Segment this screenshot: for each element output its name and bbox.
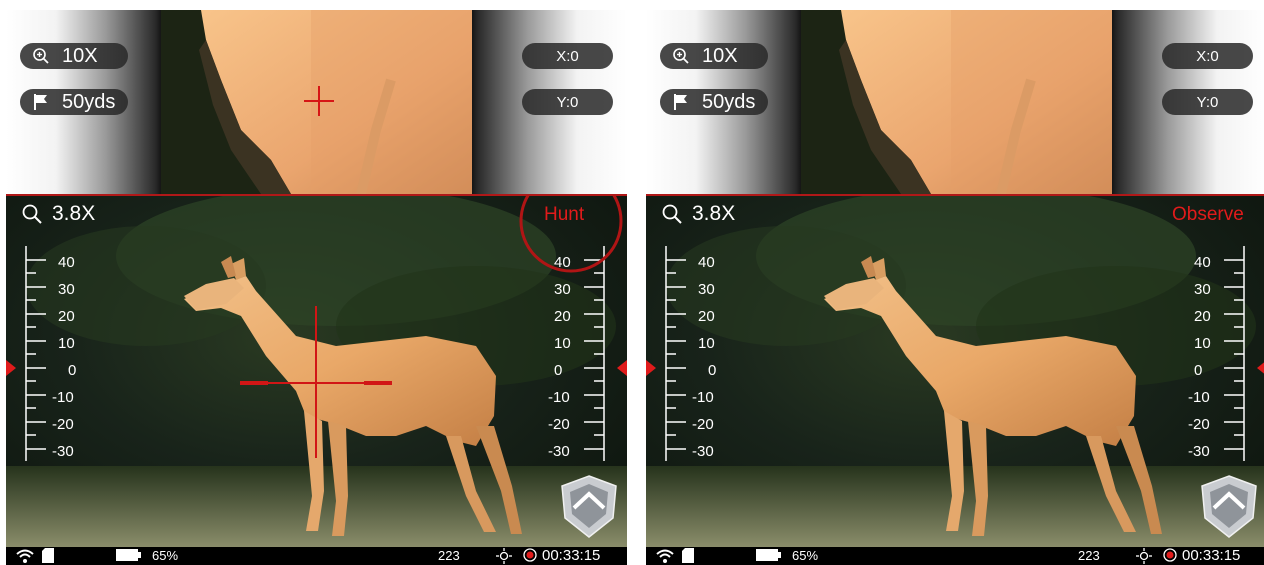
scale-left-label: 10: [58, 335, 75, 352]
scale-right-label: 10: [1194, 335, 1211, 352]
record-timer: 00:33:15: [1182, 547, 1241, 564]
pip-deer-closeup: [801, 10, 1112, 194]
scale-left-label: -30: [692, 443, 714, 460]
scale-left-label: -20: [52, 416, 74, 433]
scale-left-label: 10: [698, 335, 715, 352]
pip-distance-value: 50yds: [62, 90, 116, 113]
pip-zoom-value: 10X: [702, 44, 738, 67]
brightness-icon[interactable]: [1136, 548, 1152, 564]
left-scale-marker: [646, 360, 656, 376]
main-zoom-indicator: 3.8X: [662, 202, 735, 226]
scale-left-label: -30: [52, 443, 74, 460]
right-scale-marker: [1257, 362, 1264, 374]
right-scale-marker: [617, 360, 627, 376]
scale-left-label: 40: [698, 254, 715, 271]
flag-icon: [30, 91, 52, 113]
scale-right-label: -20: [548, 416, 570, 433]
scale-left-label: 30: [698, 281, 715, 298]
pip-x-offset: X:0: [522, 43, 613, 69]
scale-left-label: -20: [692, 416, 714, 433]
elevation-scales: [646, 246, 1264, 461]
zoom-in-icon: [670, 45, 692, 67]
sd-card-icon: [42, 548, 54, 563]
sd-card-icon: [682, 548, 694, 563]
scale-right-label: -10: [1188, 389, 1210, 406]
main-zoom-value: 3.8X: [52, 202, 96, 225]
scale-right-label: 20: [554, 308, 571, 325]
scale-left-label: 0: [68, 362, 77, 379]
mode-highlight-circle: [519, 196, 623, 273]
scale-left-label: 40: [58, 254, 75, 271]
scale-right-label: -10: [548, 389, 570, 406]
search-icon: [662, 204, 682, 224]
shot-count: 223: [438, 548, 460, 563]
scale-right-label: 0: [554, 362, 563, 379]
scale-left-label: -10: [692, 389, 714, 406]
flag-icon: [670, 91, 692, 113]
pip-distance-value: 50yds: [702, 90, 756, 113]
wifi-icon: [16, 548, 34, 564]
scale-right-label: 30: [1194, 281, 1211, 298]
brightness-icon[interactable]: [496, 548, 512, 564]
scope-screen-observe: 10X 50yds X:0 Y:0 40 30 20 10 0 -10 -20 …: [646, 10, 1264, 565]
scale-left-label: 30: [58, 281, 75, 298]
pip-distance-indicator: 50yds: [20, 89, 128, 115]
main-view: 40 30 20 10 0 -10 -20 -30 40 30 20 10 0 …: [646, 196, 1264, 547]
battery-icon: [756, 548, 782, 562]
pip-zoom-value: 10X: [62, 44, 98, 67]
pip-zoom-view: 10X 50yds X:0 Y:0: [6, 10, 627, 194]
scale-right-label: 10: [554, 335, 571, 352]
wifi-icon: [656, 548, 674, 564]
scale-left-label: 20: [58, 308, 75, 325]
battery-icon: [116, 548, 142, 562]
main-view: 40 30 20 10 0 -10 -20 -30 40 30 20 10 0 …: [6, 196, 627, 547]
scale-right-label: 0: [1194, 362, 1203, 379]
scale-right-label: -20: [1188, 416, 1210, 433]
pip-y-offset: Y:0: [1162, 89, 1253, 115]
accufire-logo: [561, 475, 617, 538]
scale-right-label: 20: [1194, 308, 1211, 325]
shot-count: 223: [1078, 548, 1100, 563]
battery-percent: 65%: [152, 548, 179, 563]
pip-zoom-indicator: 10X: [20, 43, 128, 69]
status-bar: 65% 223 00:33:15: [6, 547, 627, 565]
scale-left-label: 0: [708, 362, 717, 379]
record-icon[interactable]: [523, 548, 537, 562]
scale-left-label: 20: [698, 308, 715, 325]
left-scale-marker: [6, 360, 16, 376]
scale-left-label: -10: [52, 389, 74, 406]
accufire-logo: [1201, 475, 1257, 538]
pip-x-offset: X:0: [1162, 43, 1253, 69]
scope-screen-hunt: 10X 50yds X:0 Y:0 40 30 20 10 0 -10 -20 …: [6, 10, 627, 565]
scale-right-label: -30: [548, 443, 570, 460]
pip-y-offset: Y:0: [522, 89, 613, 115]
scale-right-label: 30: [554, 281, 571, 298]
scale-right-label: 40: [1194, 254, 1211, 271]
battery-percent: 65%: [792, 548, 819, 563]
search-icon: [22, 204, 42, 224]
zoom-in-icon: [30, 45, 52, 67]
record-icon[interactable]: [1163, 548, 1177, 562]
pip-deer-closeup: [161, 10, 472, 194]
scale-right-label: -30: [1188, 443, 1210, 460]
pip-distance-indicator: 50yds: [660, 89, 768, 115]
status-bar: 65% 223 00:33:15: [646, 547, 1264, 565]
pip-zoom-view: 10X 50yds X:0 Y:0: [646, 10, 1264, 194]
pip-zoom-indicator: 10X: [660, 43, 768, 69]
record-timer: 00:33:15: [542, 547, 601, 564]
main-zoom-indicator: 3.8X: [22, 202, 95, 226]
main-zoom-value: 3.8X: [692, 202, 736, 225]
mode-label[interactable]: Observe: [1172, 204, 1244, 226]
